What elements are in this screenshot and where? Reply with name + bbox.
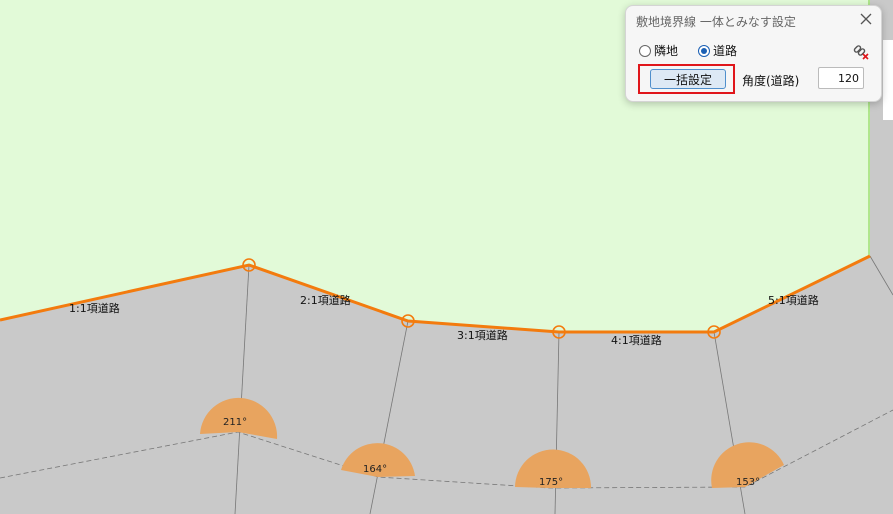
- angle-label-4: 153°: [736, 477, 760, 488]
- angle-label-2: 164°: [363, 464, 387, 475]
- segment-label-2: 2:1項道路: [300, 293, 351, 307]
- boundary-integration-dialog: 敷地境界線 一体とみなす設定 隣地 道路 一括設定 角度(道路): [625, 5, 882, 102]
- angle-road-label: 角度(道路): [742, 74, 800, 88]
- angle-label-3: 175°: [539, 477, 563, 488]
- boundary-type-radio-group: 隣地 道路: [639, 42, 757, 59]
- bulk-setting-button[interactable]: 一括設定: [650, 69, 726, 89]
- segment-label-1: 1:1項道路: [69, 301, 120, 315]
- unlink-icon[interactable]: [852, 42, 870, 60]
- radio-road-label: 道路: [713, 44, 738, 58]
- segment-label-3: 3:1項道路: [457, 328, 508, 342]
- angle-label-1: 211°: [223, 417, 247, 428]
- side-panel-edge: [883, 40, 893, 120]
- radio-button-selected[interactable]: [698, 44, 711, 57]
- radio-button[interactable]: [639, 44, 651, 57]
- angle-road-input[interactable]: [818, 67, 864, 89]
- radio-neighbor-label: 隣地: [654, 44, 679, 58]
- radio-road[interactable]: 道路: [698, 42, 737, 59]
- close-icon[interactable]: [859, 12, 873, 26]
- radio-neighbor[interactable]: 隣地: [639, 42, 678, 59]
- segment-label-4: 4:1項道路: [611, 333, 662, 347]
- segment-label-5: 5:1項道路: [768, 293, 819, 307]
- dialog-title: 敷地境界線 一体とみなす設定: [636, 15, 796, 29]
